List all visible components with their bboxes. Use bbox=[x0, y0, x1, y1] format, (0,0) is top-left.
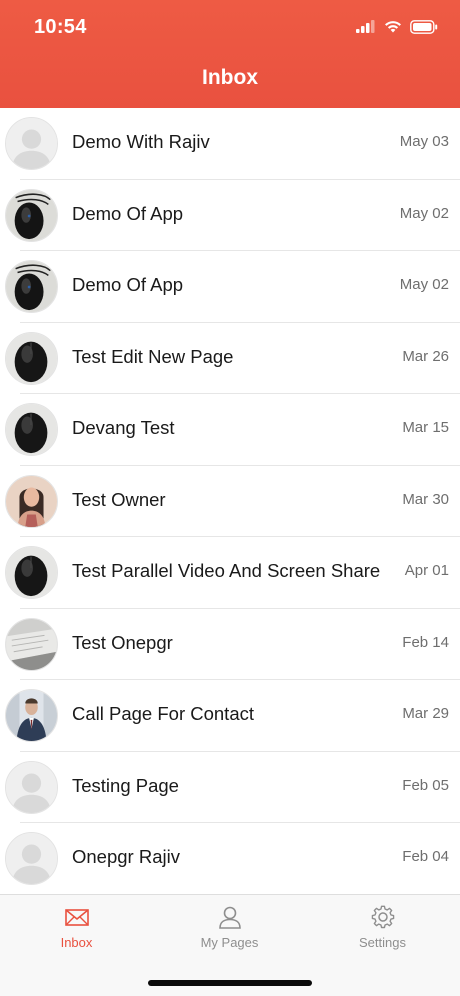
item-date: Mar 15 bbox=[402, 419, 449, 436]
list-item[interactable]: Demo Of App May 02 bbox=[0, 180, 460, 252]
avatar bbox=[5, 403, 58, 456]
tab-settings[interactable]: Settings bbox=[306, 905, 459, 959]
list-item[interactable]: Devang Test Mar 15 bbox=[0, 394, 460, 466]
tab-inbox-label: Inbox bbox=[60, 935, 93, 950]
inbox-list: Demo With Rajiv May 03 Demo Of App May 02 De… bbox=[0, 108, 460, 894]
item-date: May 02 bbox=[399, 204, 449, 222]
person-icon bbox=[217, 905, 243, 929]
tab-my-pages[interactable]: My Pages bbox=[153, 905, 306, 959]
list-item[interactable]: Onepgr Rajiv Feb 04 bbox=[0, 823, 460, 894]
item-date: Feb 04 bbox=[402, 848, 449, 865]
item-title: Call Page For Contact bbox=[72, 703, 255, 724]
wifi-icon bbox=[384, 20, 402, 39]
avatar bbox=[5, 546, 58, 599]
item-title: Devang Test bbox=[72, 417, 175, 438]
page-title: Inbox bbox=[202, 66, 258, 89]
avatar bbox=[5, 260, 58, 313]
envelope-icon bbox=[64, 905, 90, 929]
app-header: 10:54 Inbox bbox=[0, 0, 460, 108]
list-item[interactable]: Test Onepgr Feb 14 bbox=[0, 609, 460, 681]
item-title: Test Onepgr bbox=[72, 631, 173, 653]
avatar bbox=[5, 617, 58, 671]
item-date: May 03 bbox=[399, 133, 449, 150]
item-title: Testing Page bbox=[72, 774, 179, 796]
list-item[interactable]: Demo Of App May 02 bbox=[0, 251, 460, 323]
item-date: Mar 30 bbox=[402, 490, 449, 508]
item-date: Feb 05 bbox=[402, 776, 449, 794]
list-item[interactable]: Test Owner Mar 30 bbox=[0, 466, 460, 538]
avatar bbox=[5, 474, 58, 528]
avatar bbox=[5, 832, 58, 885]
item-title: Test Parallel Video And Screen Share bbox=[72, 560, 381, 581]
battery-icon bbox=[410, 19, 438, 39]
avatar bbox=[5, 760, 58, 814]
item-title: Test Edit New Page bbox=[72, 345, 234, 367]
list-item[interactable]: Call Page For Contact Mar 29 bbox=[0, 680, 460, 752]
status-icons bbox=[356, 19, 438, 39]
list-item[interactable]: Demo With Rajiv May 03 bbox=[0, 108, 460, 180]
item-date: Mar 26 bbox=[402, 347, 449, 365]
avatar bbox=[5, 188, 58, 242]
list-item[interactable]: Test Edit New Page Mar 26 bbox=[0, 323, 460, 395]
gear-icon bbox=[370, 905, 396, 929]
avatar bbox=[5, 689, 58, 742]
list-item[interactable]: Test Parallel Video And Screen Share Apr … bbox=[0, 537, 460, 609]
item-title: Test Owner bbox=[72, 488, 166, 510]
tab-settings-label: Settings bbox=[359, 935, 406, 950]
status-time: 10:54 bbox=[34, 16, 87, 38]
item-date: Feb 14 bbox=[402, 633, 449, 651]
tab-inbox[interactable]: Inbox bbox=[0, 905, 153, 959]
tab-my-pages-label: My Pages bbox=[200, 935, 259, 950]
avatar bbox=[5, 117, 58, 170]
item-date: Mar 29 bbox=[402, 705, 449, 722]
avatar bbox=[5, 331, 58, 385]
list-item[interactable]: Testing Page Feb 05 bbox=[0, 752, 460, 824]
item-date: Apr 01 bbox=[404, 562, 449, 579]
item-title: Demo Of App bbox=[72, 202, 184, 224]
home-indicator[interactable] bbox=[148, 980, 312, 986]
item-title: Demo Of App bbox=[72, 274, 184, 295]
cellular-signal-icon bbox=[356, 20, 376, 38]
item-title: Onepgr Rajiv bbox=[72, 846, 180, 867]
item-title: Demo With Rajiv bbox=[72, 131, 210, 152]
status-bar: 10:54 bbox=[0, 0, 460, 54]
item-date: May 02 bbox=[399, 276, 449, 293]
